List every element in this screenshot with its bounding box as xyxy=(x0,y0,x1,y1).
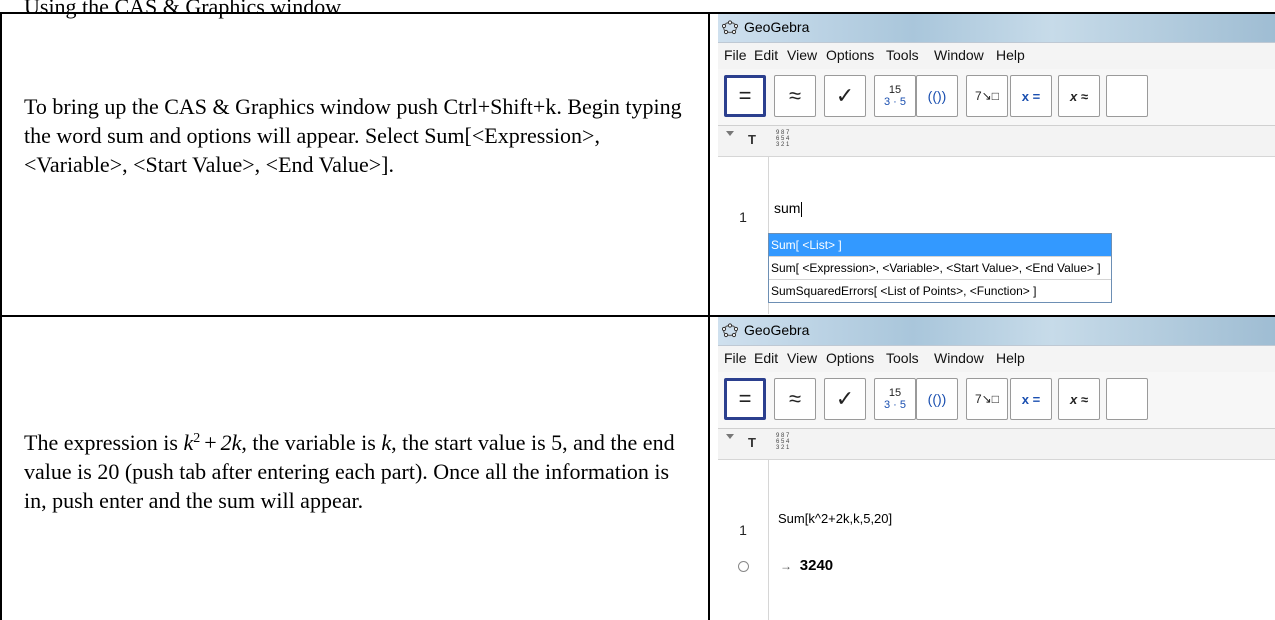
geogebra-screenshot-2: GeoGebra File Edit View Options Tools Wi… xyxy=(718,317,1275,620)
keep-input-button[interactable]: ✓ xyxy=(824,378,866,420)
cas-input-cell[interactable]: sum xyxy=(774,200,803,217)
title-bar: GeoGebra xyxy=(718,317,1275,345)
factor-icon-bottom: 3 · 5 xyxy=(883,399,906,411)
cas-row-number: 1 xyxy=(739,209,747,225)
menu-window[interactable]: Window xyxy=(934,47,984,63)
cas-input-cell[interactable]: Sum[k^2+2k,k,5,20] xyxy=(778,511,892,526)
cas-output-cell: → 3240 xyxy=(780,557,833,574)
equals-icon: = xyxy=(738,386,752,411)
math-term: 2k xyxy=(220,430,242,455)
substitute-icon: 7↘□ xyxy=(975,392,999,406)
row1-instructions: To bring up the CAS & Graphics window pu… xyxy=(24,94,682,177)
math-base: k xyxy=(183,430,194,455)
keep-input-button[interactable]: ✓ xyxy=(824,75,866,117)
approx-icon: ≈ xyxy=(788,386,802,411)
solve-icon: x = xyxy=(1021,88,1041,104)
math-exponent: 2 xyxy=(193,431,201,446)
text-style-icon[interactable]: T xyxy=(748,435,756,450)
menu-help[interactable]: Help xyxy=(996,47,1025,63)
equals-icon: = xyxy=(738,83,752,108)
expression-math: k2 +2k xyxy=(183,430,241,455)
menu-view[interactable]: View xyxy=(787,350,817,366)
numeric-button[interactable]: ≈ xyxy=(774,378,816,420)
approx-icon: ≈ xyxy=(788,83,802,108)
table-left-border xyxy=(0,12,2,620)
text-style-icon[interactable]: T xyxy=(748,132,756,147)
math-plus: + xyxy=(204,430,217,455)
menu-file[interactable]: File xyxy=(724,350,747,366)
autocomplete-list: Sum[ <List> ] Sum[ <Expression>, <Variab… xyxy=(768,233,1112,303)
variable-k: k xyxy=(381,430,392,455)
window-title: GeoGebra xyxy=(744,19,810,35)
keypad-icon[interactable]: 9 8 7 6 5 4 3 2 1 xyxy=(776,130,790,148)
menu-tools[interactable]: Tools xyxy=(886,350,919,366)
menu-edit[interactable]: Edit xyxy=(754,350,778,366)
numeric-button[interactable]: ≈ xyxy=(774,75,816,117)
nsolve-icon: x ≈ xyxy=(1070,391,1088,407)
suggestion-sum-squared-errors[interactable]: SumSquaredErrors[ <List of Points>, <Fun… xyxy=(769,279,1111,302)
cas-toolbar: = ≈ ✓ 15 3 · 5 (()) 7↘□ x = x ≈ xyxy=(718,69,1275,126)
window-title: GeoGebra xyxy=(744,322,810,338)
substitute-icon: 7↘□ xyxy=(975,89,999,103)
row2-text-before: The expression is xyxy=(24,430,184,455)
expand-button[interactable]: (()) xyxy=(916,378,958,420)
style-bar: T 9 8 7 6 5 4 3 2 1 xyxy=(718,126,1275,157)
nsolve-button[interactable]: x ≈ xyxy=(1058,378,1100,420)
style-bar: T 9 8 7 6 5 4 3 2 1 xyxy=(718,429,1275,460)
cas-row-number: 1 xyxy=(739,522,747,538)
nsolve-icon: x ≈ xyxy=(1070,88,1088,104)
row-header-separator xyxy=(768,460,769,620)
menu-edit[interactable]: Edit xyxy=(754,47,778,63)
sum-result: 3240 xyxy=(799,557,834,574)
geogebra-screenshot-1: GeoGebra File Edit View Options Tools Wi… xyxy=(718,14,1275,314)
check-icon: ✓ xyxy=(835,83,855,108)
nsolve-button[interactable]: x ≈ xyxy=(1058,75,1100,117)
suggestion-sum-list[interactable]: Sum[ <List> ] xyxy=(769,234,1111,256)
evaluate-button[interactable]: = xyxy=(724,75,766,117)
expand-icon: (()) xyxy=(927,391,947,407)
menu-options[interactable]: Options xyxy=(826,350,874,366)
expand-button[interactable]: (()) xyxy=(916,75,958,117)
expand-icon: (()) xyxy=(927,88,947,104)
factor-button[interactable]: 15 3 · 5 xyxy=(874,378,916,420)
row2-text-mid: , the variable is xyxy=(241,430,382,455)
row2-instructions: The expression is k2 +2k, the variable is… xyxy=(24,428,684,515)
evaluate-button[interactable]: = xyxy=(724,378,766,420)
menu-window[interactable]: Window xyxy=(934,350,984,366)
substitute-button[interactable]: 7↘□ xyxy=(966,75,1008,117)
geogebra-logo-icon xyxy=(722,323,738,338)
more-tools-button[interactable] xyxy=(1106,75,1148,117)
menu-tools[interactable]: Tools xyxy=(886,47,919,63)
suggestion-sum-expression[interactable]: Sum[ <Expression>, <Variable>, <Start Va… xyxy=(769,256,1111,279)
more-tools-button[interactable] xyxy=(1106,378,1148,420)
solve-button[interactable]: x = xyxy=(1010,378,1052,420)
menu-options[interactable]: Options xyxy=(826,47,874,63)
solve-button[interactable]: x = xyxy=(1010,75,1052,117)
check-icon: ✓ xyxy=(835,386,855,411)
text-cursor xyxy=(801,201,803,217)
menu-file[interactable]: File xyxy=(724,47,747,63)
factor-icon-top: 15 xyxy=(888,84,902,96)
menu-view[interactable]: View xyxy=(787,47,817,63)
geogebra-logo-icon xyxy=(722,20,738,35)
factor-icon-top: 15 xyxy=(888,387,902,399)
cas-input-text: sum xyxy=(774,200,801,216)
table-column-divider xyxy=(708,12,710,620)
instruction-table: To bring up the CAS & Graphics window pu… xyxy=(0,12,1275,620)
keypad-icon[interactable]: 9 8 7 6 5 4 3 2 1 xyxy=(776,433,790,451)
menu-help[interactable]: Help xyxy=(996,350,1025,366)
collapse-triangle-icon[interactable] xyxy=(726,131,734,136)
substitute-button[interactable]: 7↘□ xyxy=(966,378,1008,420)
menu-bar: File Edit View Options Tools Window Help xyxy=(718,345,1275,373)
factor-icon-bottom: 3 · 5 xyxy=(883,96,906,108)
title-bar: GeoGebra xyxy=(718,14,1275,42)
solve-icon: x = xyxy=(1021,391,1041,407)
visibility-toggle-icon[interactable] xyxy=(738,561,749,572)
menu-bar: File Edit View Options Tools Window Help xyxy=(718,42,1275,70)
result-arrow-icon: → xyxy=(780,559,792,573)
cas-toolbar: = ≈ ✓ 15 3 · 5 (()) 7↘□ x = x ≈ xyxy=(718,372,1275,429)
factor-button[interactable]: 15 3 · 5 xyxy=(874,75,916,117)
collapse-triangle-icon[interactable] xyxy=(726,434,734,439)
